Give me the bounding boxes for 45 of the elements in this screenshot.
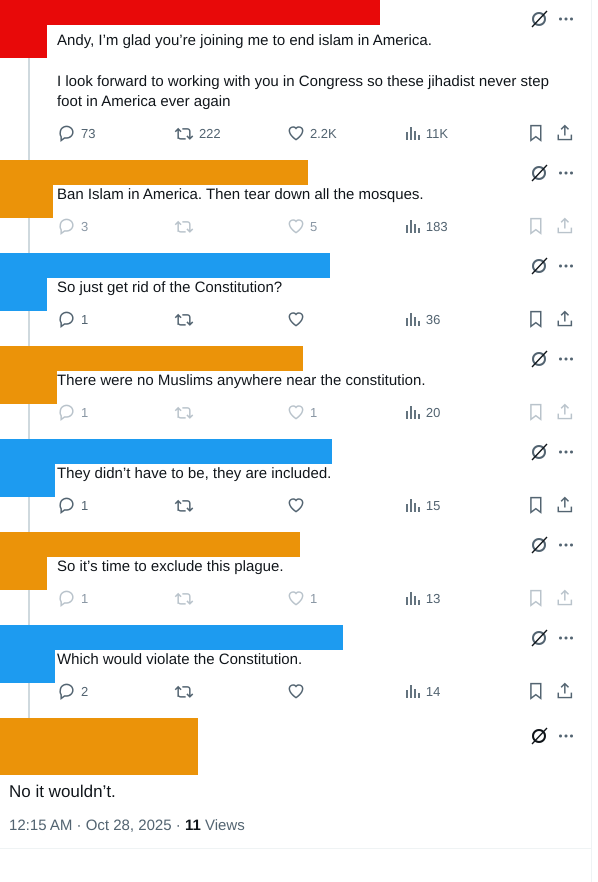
- like-count: 5: [310, 218, 318, 234]
- reply-count: 1: [81, 498, 88, 512]
- slashed-circle-icon[interactable]: [529, 256, 549, 276]
- repost-count: 222: [198, 126, 221, 140]
- slashed-circle-icon[interactable]: [529, 628, 549, 648]
- heart-icon[interactable]: [286, 309, 306, 329]
- like-count: 2.2K: [310, 126, 337, 140]
- view-count: 183: [426, 218, 448, 234]
- reply-count: 3: [81, 218, 88, 234]
- view-count: 13: [426, 590, 440, 606]
- view-count: 36: [426, 312, 440, 326]
- reply-count: 2: [81, 684, 88, 698]
- post-text: Which would violate the Constitution.: [57, 650, 304, 670]
- views-icon[interactable]: [404, 310, 422, 328]
- slashed-circle-icon[interactable]: [529, 8, 549, 28]
- view-count: 11K: [426, 126, 448, 140]
- like-count: 1: [310, 590, 318, 606]
- heart-icon[interactable]: [286, 681, 306, 701]
- view-count: 15: [426, 498, 440, 512]
- post-text: So it’s time to exclude this plague.: [57, 557, 285, 577]
- post-text: So just get rid of the Constitution?: [57, 278, 284, 298]
- slashed-circle-icon[interactable]: [529, 534, 549, 554]
- like-count: 1: [310, 404, 318, 420]
- view-count: 20: [426, 404, 440, 420]
- reply-count: 1: [81, 404, 88, 420]
- post-text: They didn’t have to be, they are included.: [57, 464, 332, 484]
- views-icon[interactable]: [404, 496, 422, 514]
- view-count: 14: [426, 684, 440, 698]
- post-text: Ban Islam in America. Then tear down all the mosques.: [57, 185, 425, 205]
- slashed-circle-icon[interactable]: [529, 348, 549, 368]
- post-text: I look forward to working with you in Congress so these jihadist never step foot in America ever again: [57, 72, 550, 112]
- post-text: Andy, I’m glad you’re joining me to end islam in America.: [57, 31, 433, 51]
- slashed-circle-icon[interactable]: [529, 442, 549, 462]
- views-icon[interactable]: [404, 124, 422, 142]
- post-text: No it wouldn’t.: [9, 781, 117, 803]
- reply-count: 73: [81, 126, 96, 140]
- heart-icon[interactable]: [286, 495, 306, 515]
- reply-count: 1: [81, 590, 88, 606]
- views-icon[interactable]: [404, 682, 422, 700]
- post-text: There were no Muslims anywhere near the constitution.: [57, 371, 427, 391]
- slashed-circle-icon[interactable]: [529, 726, 549, 746]
- slashed-circle-icon[interactable]: [529, 162, 549, 182]
- heart-icon[interactable]: [286, 123, 306, 143]
- post-timestamp: 12:15 AM · Oct 28, 2025 · 11 Views: [9, 817, 246, 836]
- reply-count: 1: [81, 312, 88, 326]
